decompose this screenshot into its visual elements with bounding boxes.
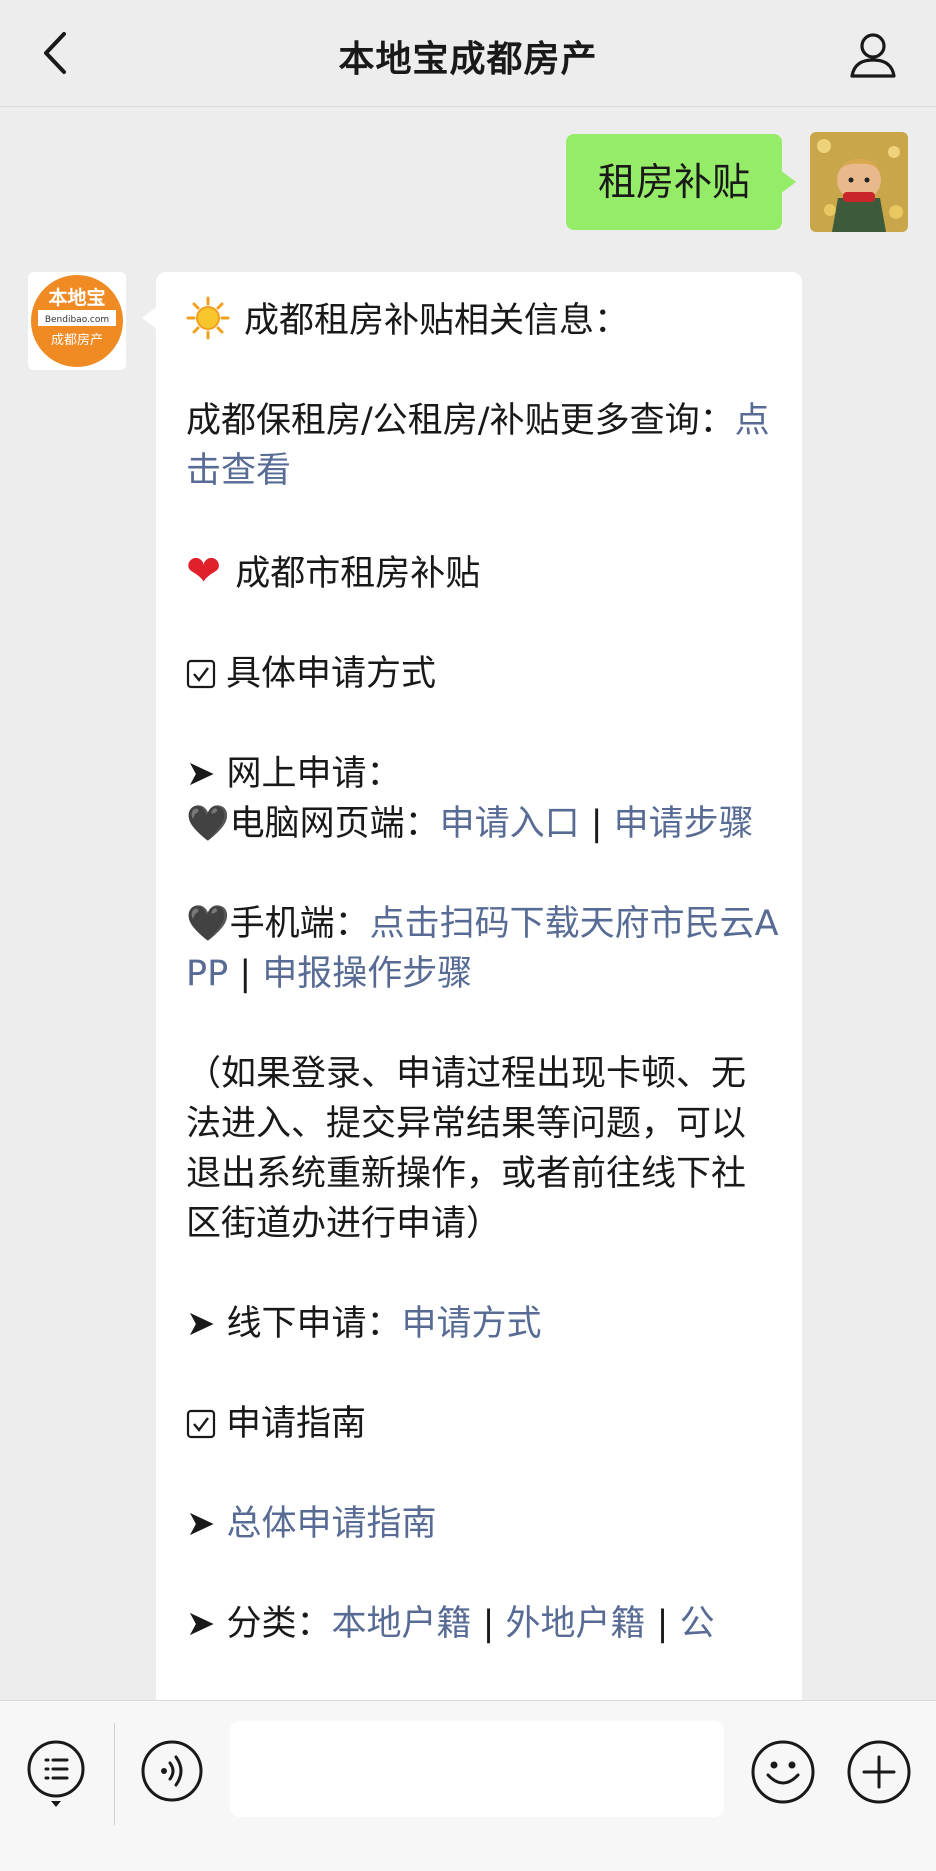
mobile-line: 🖤手机端：点击扫码下载天府市民云APP | 申报操作步骤	[186, 904, 779, 994]
voice-icon[interactable]	[140, 1739, 204, 1803]
online-apply-label: ➤ 网上申请：	[186, 754, 402, 794]
outgoing-bubble[interactable]: 租房补贴	[565, 134, 797, 230]
sun-icon	[186, 296, 230, 340]
offline-method-link[interactable]: 申请方式	[401, 1304, 541, 1344]
nonlocal-hukou-link[interactable]: 外地户籍	[506, 1604, 646, 1644]
red-heart-icon: ❤	[186, 546, 222, 595]
user-avatar[interactable]	[810, 132, 908, 232]
subheading-apply-method: 具体申请方式	[186, 649, 780, 699]
incoming-bubble: 成都租房补贴相关信息： 成都保租房/公租房/补贴更多查询：点击查看 ❤ 成都市租房…	[156, 272, 802, 1732]
checkbox-icon	[186, 659, 216, 689]
local-hukou-link[interactable]: 本地户籍	[331, 1604, 471, 1644]
public-link[interactable]: 公	[680, 1604, 715, 1644]
svg-text:成都房产: 成都房产	[51, 332, 103, 348]
page-title: 本地宝成都房产	[338, 39, 598, 80]
apply-steps-link[interactable]: 申请步骤	[614, 804, 754, 844]
svg-text:Bendibao.com: Bendibao.com	[45, 315, 109, 325]
guide-line: ➤ 总体申请指南	[186, 1504, 437, 1544]
input-bar	[0, 1700, 936, 1871]
subheading-guide: 申请指南	[186, 1399, 780, 1449]
chat-header: 本地宝成都房产	[0, 0, 936, 107]
note-text: （如果登录、申请过程出现卡顿、无法进入、提交异常结果等问题，可以退出系统重新操作…	[186, 1054, 747, 1244]
info-title: 成都租房补贴相关信息：	[186, 296, 780, 346]
emoji-icon[interactable]	[750, 1739, 816, 1805]
report-steps-link[interactable]: 申报操作步骤	[262, 954, 472, 994]
category-line: ➤ 分类：本地户籍 | 外地户籍 | 公	[186, 1604, 715, 1644]
pc-line: 🖤电脑网页端：申请入口 | 申请步骤	[186, 804, 754, 844]
checkbox-icon	[186, 1409, 216, 1439]
menu-list-icon[interactable]	[24, 1739, 88, 1809]
person-icon[interactable]	[848, 30, 898, 80]
official-account-avatar[interactable]: 本地宝 Bendibao.com 成都房产	[28, 272, 126, 370]
section-heading: ❤ 成都市租房补贴	[186, 546, 481, 595]
apply-entry-link[interactable]: 申请入口	[440, 804, 580, 844]
avatar-image	[810, 132, 908, 232]
query-line: 成都保租房/公租房/补贴更多查询：点击查看	[186, 401, 770, 491]
bendibao-logo: 本地宝 Bendibao.com 成都房产	[28, 272, 126, 370]
overall-guide-link[interactable]: 总体申请指南	[226, 1504, 436, 1544]
offline-line: ➤ 线下申请：申请方式	[186, 1304, 542, 1344]
svg-text:本地宝: 本地宝	[48, 286, 105, 309]
message-input[interactable]	[230, 1721, 724, 1817]
plus-icon[interactable]	[846, 1739, 912, 1805]
divider	[114, 1723, 115, 1825]
